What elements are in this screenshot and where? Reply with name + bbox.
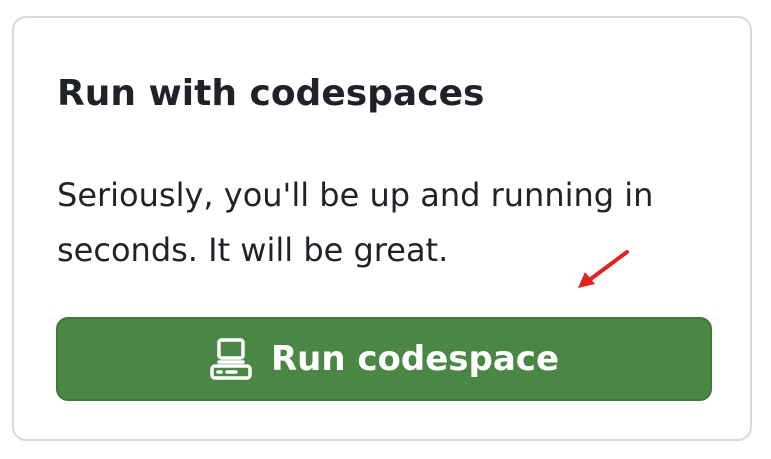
card-title: Run with codespaces [57,73,485,114]
red-arrow-icon [578,250,629,288]
codespaces-icon [209,337,253,381]
run-codespace-label: Run codespace [270,339,560,379]
codespaces-card: Run with codespaces Seriously, you'll be… [12,16,752,441]
run-codespace-button[interactable]: Run codespace [56,317,712,401]
